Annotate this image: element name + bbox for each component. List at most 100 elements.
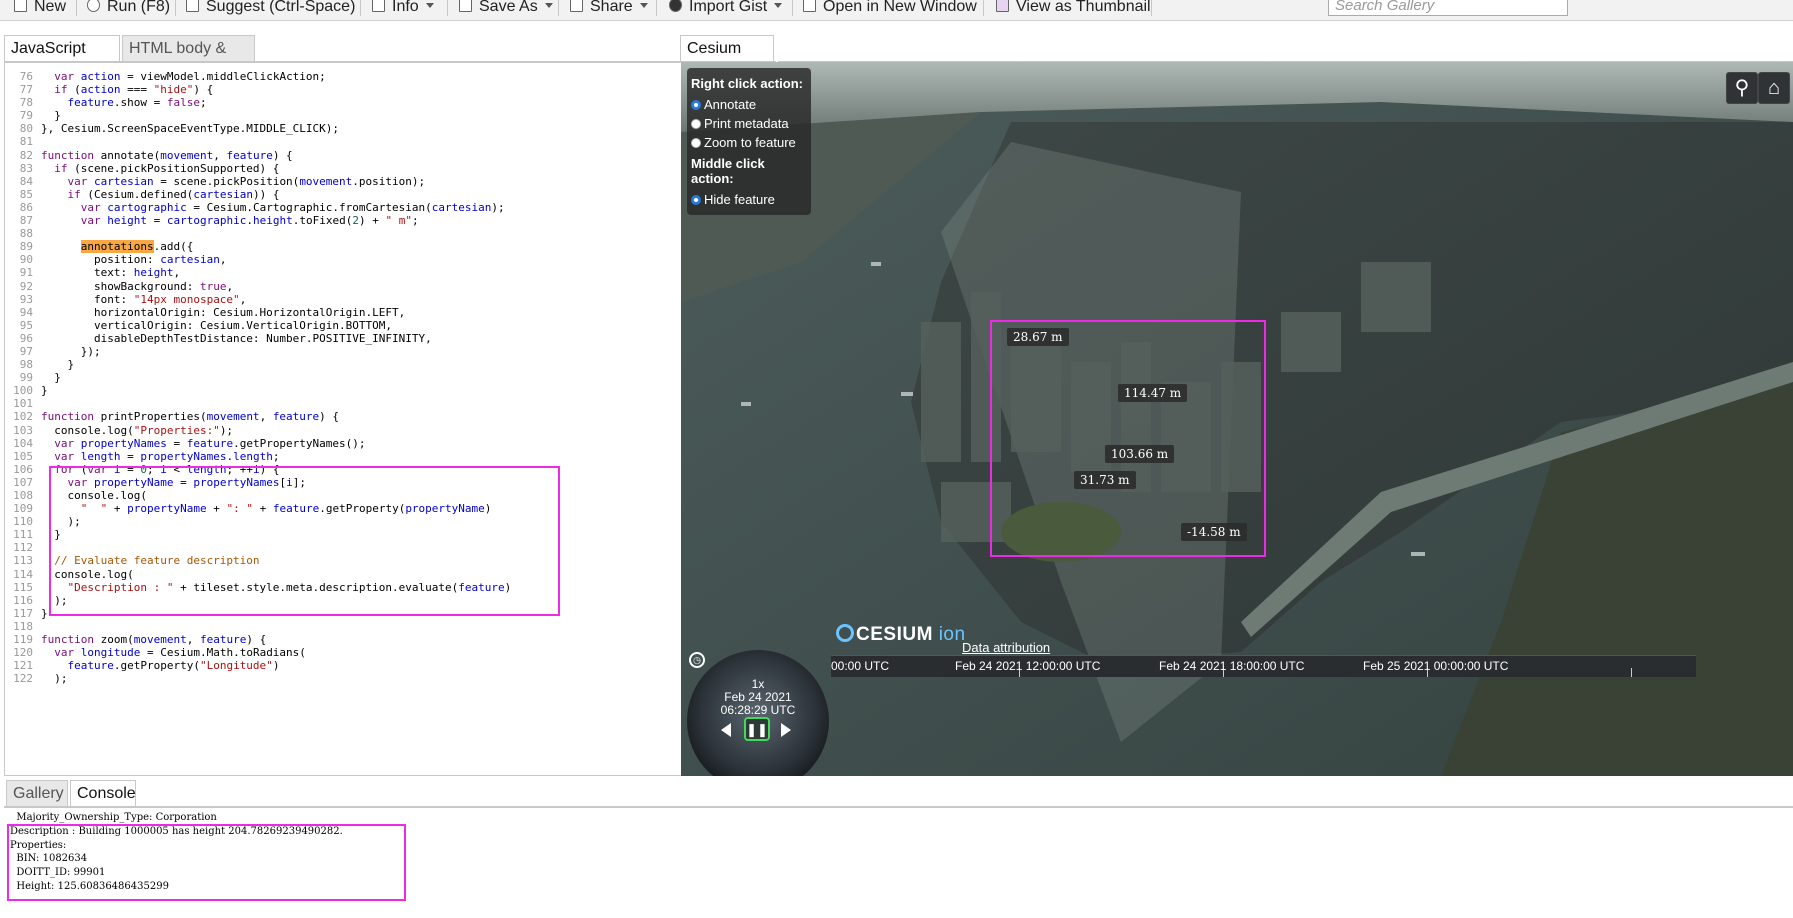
code-line[interactable]: 93 font: "14px monospace",: [5, 293, 511, 306]
chevron-down-icon: [544, 3, 553, 8]
chevron-down-icon: [639, 3, 648, 8]
code-line[interactable]: 121 feature.getProperty("Longitude"): [5, 659, 511, 672]
new-window-icon: [803, 0, 816, 12]
radio-zoom-to-feature[interactable]: [691, 138, 701, 148]
code-line[interactable]: 83 if (scene.pickPositionSupported) {: [5, 162, 511, 175]
cesium-logo-icon: [836, 624, 854, 642]
data-attribution-link[interactable]: Data attribution: [962, 640, 1050, 655]
code-line[interactable]: 118: [5, 620, 511, 633]
code-line[interactable]: 119 function zoom(movement, feature) {: [5, 633, 511, 646]
code-line[interactable]: 103 console.log("Properties:");: [5, 424, 511, 437]
option-hide-feature[interactable]: Hide feature: [691, 190, 807, 209]
info-dropdown[interactable]: Info: [372, 0, 434, 20]
tab-console[interactable]: Console: [70, 780, 136, 806]
code-line[interactable]: 86 var cartographic = Cesium.Cartographi…: [5, 201, 511, 214]
cesium-viewer[interactable]: Right click action: Annotate Print metad…: [681, 62, 1793, 776]
option-annotate[interactable]: Annotate: [691, 95, 807, 114]
console-panel[interactable]: Majority_Ownership_Type: Corporation Desc…: [4, 807, 1793, 918]
code-highlight-box: [49, 466, 560, 616]
run-button[interactable]: Run (F8): [87, 0, 170, 20]
picking-toolbox: Right click action: Annotate Print metad…: [687, 68, 811, 215]
chevron-down-icon: [425, 3, 434, 8]
github-icon: [669, 0, 682, 12]
geocoder-search-button[interactable]: ⚲: [1726, 72, 1758, 104]
home-icon: ⌂: [1767, 77, 1781, 99]
tab-gallery[interactable]: Gallery: [6, 780, 68, 806]
code-line[interactable]: 89 annotations.add({: [5, 240, 511, 254]
code-line[interactable]: 120 var longitude = Cesium.Math.toRadian…: [5, 646, 511, 659]
play-reverse-icon[interactable]: [721, 723, 731, 737]
height-label: -14.58 m: [1181, 523, 1247, 541]
import-gist-dropdown[interactable]: Import Gist: [669, 0, 783, 20]
code-line[interactable]: 77 if (action === "hide") {: [5, 83, 511, 96]
code-line[interactable]: 88: [5, 227, 511, 240]
search-gallery-input[interactable]: Search Gallery: [1328, 0, 1568, 16]
code-line[interactable]: 97 });: [5, 345, 511, 358]
info-icon: [372, 0, 385, 12]
new-button[interactable]: New: [14, 0, 66, 20]
tab-javascript-code[interactable]: JavaScript code: [4, 35, 120, 83]
code-line[interactable]: 78 feature.show = false;: [5, 96, 511, 109]
console-line: Majority_Ownership_Type: Corporation: [10, 812, 217, 823]
radio-annotate[interactable]: [691, 100, 701, 110]
code-line[interactable]: 87 var height = cartographic.height.toFi…: [5, 214, 511, 227]
code-line[interactable]: 104 var propertyNames = feature.getPrope…: [5, 437, 511, 450]
thumbnail-icon: [996, 0, 1009, 12]
open-new-window-button[interactable]: Open in New Window: [803, 0, 977, 20]
height-label: 28.67 m: [1007, 328, 1069, 346]
code-line[interactable]: 122 );: [5, 672, 511, 685]
viewer-highlight-box: [990, 320, 1266, 557]
timeline[interactable]: 00:00 UTC Feb 24 2021 12:00:00 UTC Feb 2…: [831, 655, 1696, 677]
tab-html-body-css[interactable]: HTML body & CSS: [122, 35, 255, 83]
height-label: 103.66 m: [1105, 445, 1175, 463]
code-line[interactable]: 84 var cartesian = scene.pickPosition(mo…: [5, 175, 511, 188]
animation-time: 06:28:29 UTC: [720, 703, 796, 717]
save-as-dropdown[interactable]: Save As: [459, 0, 553, 20]
middle-click-header: Middle click action:: [691, 156, 765, 186]
code-line[interactable]: 80}, Cesium.ScreenSpaceEventType.MIDDLE_…: [5, 122, 511, 135]
code-line[interactable]: 102 function printProperties(movement, fe…: [5, 410, 511, 423]
code-line[interactable]: 98 }: [5, 358, 511, 371]
code-line[interactable]: 101: [5, 397, 511, 410]
code-line[interactable]: 105 var length = propertyNames.length;: [5, 450, 511, 463]
code-line[interactable]: 95 verticalOrigin: Cesium.VerticalOrigin…: [5, 319, 511, 332]
code-line[interactable]: 90 position: cartesian,: [5, 253, 511, 266]
main-toolbar: New Run (F8) Suggest (Ctrl-Space) Info S…: [0, 0, 1793, 21]
animation-widget[interactable]: ◷ 1x Feb 24 2021 06:28:29 UTC ❚❚: [683, 644, 833, 776]
radio-hide-feature[interactable]: [691, 195, 701, 205]
clock-icon[interactable]: ◷: [689, 652, 705, 668]
code-line[interactable]: 81: [5, 135, 511, 148]
radio-print-metadata[interactable]: [691, 119, 701, 129]
code-line[interactable]: 92 showBackground: true,: [5, 280, 511, 293]
option-zoom-to-feature[interactable]: Zoom to feature: [691, 133, 807, 152]
new-file-icon: [14, 0, 27, 12]
suggest-button[interactable]: Suggest (Ctrl-Space): [186, 0, 355, 20]
pause-button[interactable]: ❚❚: [744, 717, 770, 741]
code-line[interactable]: 82 function annotate(movement, feature) {: [5, 149, 511, 162]
height-label: 31.73 m: [1074, 471, 1136, 489]
timeline-label: 00:00 UTC: [831, 659, 890, 673]
view-thumbnail-button[interactable]: View as Thumbnail: [996, 0, 1151, 20]
code-line[interactable]: 100}: [5, 384, 511, 397]
code-line[interactable]: 79 }: [5, 109, 511, 122]
timeline-label: Feb 24 2021 12:00:00 UTC: [955, 659, 1101, 673]
code-line[interactable]: 76 var action = viewModel.middleClickAct…: [5, 70, 511, 83]
option-print-metadata[interactable]: Print metadata: [691, 114, 807, 133]
share-dropdown[interactable]: Share: [570, 0, 648, 20]
code-line[interactable]: 91 text: height,: [5, 266, 511, 279]
cesium-ion-logo[interactable]: CESIUM ion: [836, 624, 966, 646]
home-button[interactable]: ⌂: [1758, 72, 1790, 104]
right-click-header: Right click action:: [691, 76, 803, 91]
save-icon: [459, 0, 472, 12]
suggest-icon: [186, 0, 199, 12]
play-forward-icon[interactable]: [781, 723, 791, 737]
timeline-label: Feb 24 2021 18:00:00 UTC: [1159, 659, 1305, 673]
code-line[interactable]: 85 if (Cesium.defined(cartesian)) {: [5, 188, 511, 201]
timeline-label: Feb 25 2021 00:00:00 UTC: [1363, 659, 1509, 673]
run-icon: [87, 0, 100, 12]
code-editor[interactable]: 76 var action = viewModel.middleClickAct…: [4, 62, 776, 776]
tab-cesium-viewer[interactable]: Cesium 1.78: [680, 35, 774, 83]
code-line[interactable]: 94 horizontalOrigin: Cesium.HorizontalOr…: [5, 306, 511, 319]
code-line[interactable]: 96 disableDepthTestDistance: Number.POSI…: [5, 332, 511, 345]
code-line[interactable]: 99 }: [5, 371, 511, 384]
